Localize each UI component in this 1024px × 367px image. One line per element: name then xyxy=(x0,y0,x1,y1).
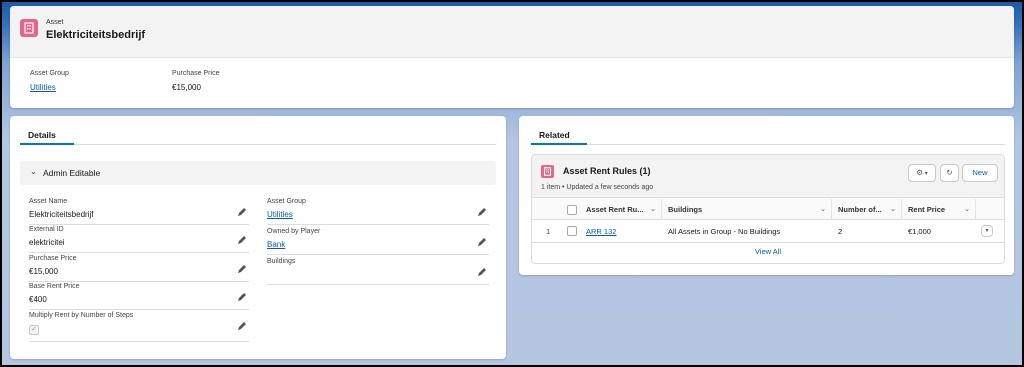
refresh-button[interactable]: ↻ xyxy=(940,164,959,182)
tab-related-underline xyxy=(531,143,587,145)
related-list-asset-rent-rules: Asset Rent Rules (1) 1 item • Updated a … xyxy=(531,154,1005,264)
pencil-icon[interactable] xyxy=(237,235,247,245)
highlight-asset-group-link[interactable]: Utilities xyxy=(30,83,56,92)
field-multiply-rent: Multiply Rent by Number of Steps ✓ xyxy=(29,312,249,342)
select-all-checkbox[interactable] xyxy=(567,205,577,215)
field-label: External ID xyxy=(29,226,64,233)
field-value: Elektriciteitsbedrijf xyxy=(29,210,94,219)
field-label: Purchase Price xyxy=(29,255,77,262)
pencil-icon[interactable] xyxy=(237,321,247,331)
building-icon xyxy=(20,19,38,37)
row-number-of-steps: 2 xyxy=(838,227,843,236)
view-all-link[interactable]: View All xyxy=(532,247,1004,256)
column-header-buildings[interactable]: Buildings ⌄ xyxy=(662,199,832,220)
chevron-down-icon[interactable]: ⌄ xyxy=(650,199,656,220)
chevron-down-icon[interactable]: ⌄ xyxy=(820,199,826,220)
pencil-icon[interactable] xyxy=(477,267,487,277)
pencil-icon[interactable] xyxy=(477,207,487,217)
column-header-number-of-steps[interactable]: Number of... ⌄ xyxy=(832,199,902,220)
record-title: Elektriciteitsbedrijf xyxy=(46,29,146,41)
tab-details-underline xyxy=(20,143,74,145)
list-settings-button[interactable]: ⚙ ▾ xyxy=(908,164,936,182)
pencil-icon[interactable] xyxy=(237,207,247,217)
chevron-down-icon: ⌄ xyxy=(30,167,37,176)
tab-related[interactable]: Related xyxy=(539,130,570,140)
record-header: Asset Elektriciteitsbedrijf Asset Group … xyxy=(10,6,1014,108)
row-number: 1 xyxy=(546,227,551,236)
tab-details[interactable]: Details xyxy=(28,130,56,140)
section-admin-editable[interactable]: ⌄ Admin Editable xyxy=(20,161,496,185)
related-list-subtitle: 1 item • Updated a few seconds ago xyxy=(541,184,654,191)
gear-icon: ⚙ xyxy=(916,168,924,177)
building-icon xyxy=(541,165,554,178)
column-label: Buildings xyxy=(668,205,703,214)
column-label: Asset Rent Ru... xyxy=(586,205,644,214)
related-list-title[interactable]: Asset Rent Rules (1) xyxy=(563,166,651,176)
row-actions-button[interactable]: ▾ xyxy=(981,225,993,237)
column-header-asset-rent-rule[interactable]: Asset Rent Ru... ⌄ xyxy=(580,199,662,220)
chevron-down-icon: ▾ xyxy=(985,228,989,234)
checkbox-readonly: ✓ xyxy=(29,325,39,335)
row-rent-price: €1,000 xyxy=(908,227,931,236)
field-asset-name: Asset Name Elektriciteitsbedrijf xyxy=(29,198,249,225)
asset-group-link[interactable]: Utilities xyxy=(267,210,293,219)
field-label: Base Rent Price xyxy=(29,283,80,290)
column-label: Number of... xyxy=(838,205,882,214)
chevron-down-icon[interactable]: ⌄ xyxy=(890,199,896,220)
chevron-down-icon: ▾ xyxy=(923,171,928,177)
field-purchase-price: Purchase Price €15,000 xyxy=(29,255,249,282)
highlight-purchase-price: €15,000 xyxy=(172,83,201,92)
field-value: €15,000 xyxy=(29,267,58,276)
related-list-header: Asset Rent Rules (1) 1 item • Updated a … xyxy=(532,155,1004,198)
column-header-rent-price[interactable]: Rent Price ⌄ xyxy=(902,199,976,220)
field-value: €400 xyxy=(29,295,47,304)
details-card: Details ⌄ Admin Editable Asset Name Elek… xyxy=(10,116,506,359)
field-external-id: External ID elektricitei xyxy=(29,226,249,253)
owned-by-player-link[interactable]: Bank xyxy=(267,240,285,249)
new-button[interactable]: New xyxy=(962,164,998,182)
row-divider xyxy=(532,242,1004,243)
record-header-bar: Asset Elektriciteitsbedrijf xyxy=(10,6,1014,58)
app-frame: Asset Elektriciteitsbedrijf Asset Group … xyxy=(2,2,1022,365)
related-card: Related Asset Rent Rules (1) 1 item • Up… xyxy=(519,116,1014,275)
field-label: Asset Name xyxy=(29,198,68,205)
pencil-icon[interactable] xyxy=(237,264,247,274)
tab-divider xyxy=(74,144,496,145)
field-base-rent-price: Base Rent Price €400 xyxy=(29,283,249,310)
field-label: Owned by Player xyxy=(267,228,321,235)
row-buildings: All Assets in Group - No Buildings xyxy=(668,227,781,236)
field-value: elektricitei xyxy=(29,238,65,247)
chevron-down-icon[interactable]: ⌄ xyxy=(964,199,970,220)
highlight-label-purchase-price: Purchase Price xyxy=(172,70,220,77)
column-label: Rent Price xyxy=(908,205,946,214)
pencil-icon[interactable] xyxy=(237,292,247,302)
row-checkbox[interactable] xyxy=(567,226,577,236)
field-label: Asset Group xyxy=(267,198,306,205)
tab-divider xyxy=(587,144,1005,145)
arr-record-link[interactable]: ARR 132 xyxy=(580,221,616,242)
field-asset-group: Asset Group Utilities xyxy=(267,198,489,225)
field-buildings: Buildings xyxy=(267,258,489,285)
field-label: Buildings xyxy=(267,258,296,265)
section-title: Admin Editable xyxy=(43,168,101,178)
refresh-icon: ↻ xyxy=(946,168,953,177)
pencil-icon[interactable] xyxy=(477,237,487,247)
highlight-label-asset-group: Asset Group xyxy=(30,70,69,77)
record-type-label: Asset xyxy=(46,19,64,26)
field-owned-by-player: Owned by Player Bank xyxy=(267,228,489,255)
field-label: Multiply Rent by Number of Steps xyxy=(29,312,134,319)
